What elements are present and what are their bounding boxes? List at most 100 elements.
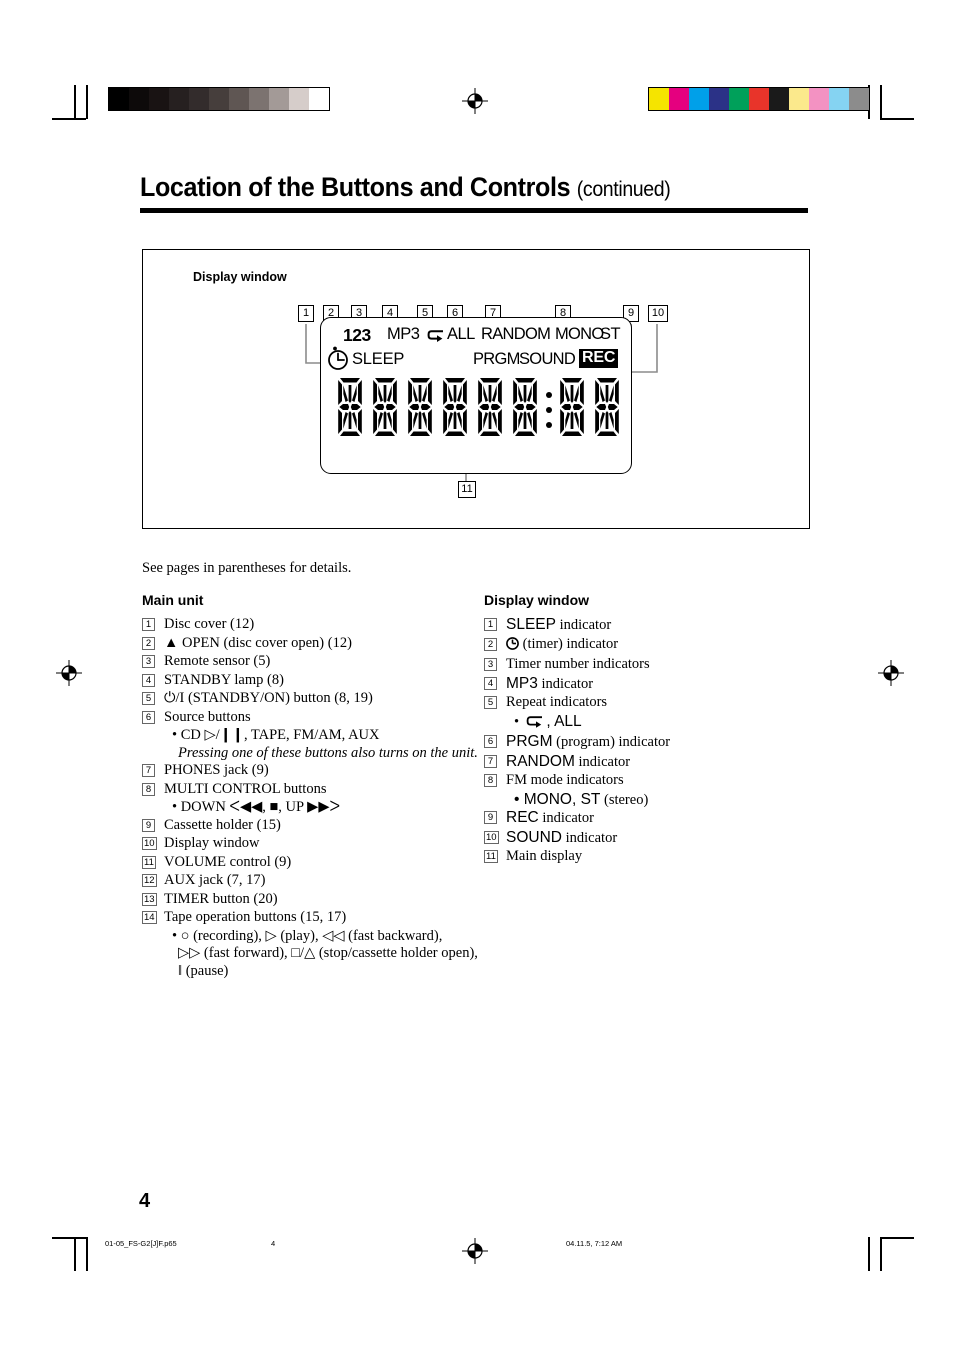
timer-number-indicators: 123 bbox=[343, 325, 371, 345]
list-item: 1 SLEEP indicator bbox=[484, 616, 834, 635]
list-item: 2 (timer) indicator bbox=[484, 636, 834, 656]
list-item: 11 VOLUME control (9) bbox=[142, 854, 492, 872]
item-label: Remote sensor (5) bbox=[164, 653, 271, 669]
item-label: (timer) indicator bbox=[522, 635, 619, 652]
grayscale-swatch-9 bbox=[289, 88, 309, 110]
mono-indicator: MONO bbox=[555, 325, 604, 343]
item-label: FM mode indicators bbox=[506, 772, 624, 788]
crop-mark-tr-v bbox=[880, 85, 882, 119]
grayscale-swatch-4 bbox=[189, 88, 209, 110]
color-swatch-3 bbox=[709, 88, 729, 110]
main-display-char-1 bbox=[335, 376, 365, 440]
prgm-indicator: PRGM bbox=[473, 350, 520, 368]
footer-timestamp: 04.11.5, 7:12 AM bbox=[566, 1239, 623, 1248]
fm-mode-detail: • MONO, ST (stereo) bbox=[484, 791, 834, 810]
tape-ops-detail-1: • ○ (recording), ▷ (play), ◁◁ (fast back… bbox=[172, 927, 443, 944]
item-number: 4 bbox=[484, 676, 497, 690]
registration-mark-top bbox=[462, 88, 488, 114]
page-title-continued: (continued) bbox=[576, 178, 671, 201]
item-number: 2 bbox=[484, 637, 497, 651]
display-window-heading: Display window bbox=[484, 592, 590, 608]
main-display bbox=[335, 376, 627, 440]
crop-mark-tl-h bbox=[52, 118, 86, 120]
item-number: 9 bbox=[484, 811, 497, 824]
random-indicator: RANDOM bbox=[481, 325, 551, 343]
item-label-keyword: MP3 bbox=[506, 674, 538, 692]
repeat-all-indicator: ALL bbox=[447, 325, 475, 343]
crop-mark-tl-v bbox=[74, 85, 76, 119]
item-label-rest: indicator bbox=[538, 810, 594, 826]
item-number: 11 bbox=[484, 850, 498, 863]
main-display-char-5 bbox=[475, 376, 505, 440]
item-number: 6 bbox=[142, 710, 155, 724]
list-item: 5 ⏻/I (STANDBY/ON) button (8, 19) bbox=[142, 690, 492, 708]
repeat-arrow-icon bbox=[526, 714, 546, 734]
color-swatch-8 bbox=[809, 88, 829, 110]
repeat-all-label: , ALL bbox=[546, 712, 582, 730]
list-item: 14 Tape operation buttons (15, 17) bbox=[142, 909, 492, 927]
item-number: 8 bbox=[484, 774, 497, 787]
main-display-char-4 bbox=[440, 376, 470, 440]
timer-icon bbox=[506, 636, 519, 656]
item-number: 7 bbox=[142, 764, 155, 777]
item-number: 3 bbox=[484, 658, 497, 671]
item-label: TIMER button (20) bbox=[164, 890, 278, 907]
item-label: ⏻/I (STANDBY/ON) button (8, 19) bbox=[164, 690, 373, 706]
item-label: VOLUME control (9) bbox=[164, 853, 292, 870]
crop-mark-bl-v bbox=[74, 1237, 76, 1271]
grayscale-swatch-0 bbox=[109, 88, 129, 110]
bullet: • bbox=[514, 713, 523, 730]
registration-mark-left bbox=[56, 660, 82, 686]
item-number: 12 bbox=[142, 874, 157, 887]
main-unit-list: 1 Disc cover (12) 2 ▲ OPEN (disc cover o… bbox=[142, 616, 492, 980]
crop-mark-bl-v2 bbox=[86, 1237, 88, 1271]
grayscale-calibration-bar bbox=[108, 87, 330, 111]
source-buttons-detail: • CD ▷/❙❙, TAPE, FM/AM, AUX bbox=[172, 727, 380, 743]
item-label-keyword: SOUND bbox=[506, 828, 562, 846]
item-number: 1 bbox=[484, 618, 497, 631]
item-label: Tape operation buttons (15, 17) bbox=[164, 909, 347, 925]
list-item: 4 STANDBY lamp (8) bbox=[142, 672, 492, 690]
item-number: 8 bbox=[142, 782, 155, 796]
main-display-char-3 bbox=[405, 376, 435, 440]
list-item: 6 Source buttons bbox=[142, 709, 492, 727]
timer-clock-icon bbox=[326, 346, 351, 371]
item-label: MULTI CONTROL buttons bbox=[164, 780, 327, 797]
list-item: 9 Cassette holder (15) bbox=[142, 817, 492, 835]
crop-mark-br-v2 bbox=[868, 1237, 870, 1271]
color-swatch-2 bbox=[689, 88, 709, 110]
display-window-figure: Display window 1 2 3 4 5 6 7 8 9 10 11 1… bbox=[142, 249, 810, 529]
item-number: 13 bbox=[142, 892, 157, 906]
item-number: 4 bbox=[142, 673, 155, 687]
color-swatch-0 bbox=[649, 88, 669, 110]
list-item: 7 PHONES jack (9) bbox=[142, 762, 492, 780]
list-item: 10 Display window bbox=[142, 835, 492, 853]
crop-mark-tr-h bbox=[880, 118, 914, 120]
grayscale-swatch-10 bbox=[309, 88, 329, 110]
footer-filename: 01-05_FS-G2[J]F.p65 bbox=[105, 1239, 177, 1248]
color-swatch-10 bbox=[849, 88, 869, 110]
sleep-indicator: SLEEP bbox=[352, 350, 405, 368]
color-swatch-7 bbox=[789, 88, 809, 110]
item-number: 14 bbox=[142, 911, 157, 924]
registration-mark-bottom bbox=[462, 1238, 488, 1264]
fm-mode-rest: (stereo) bbox=[600, 791, 649, 808]
item-label: ▲ OPEN (disc cover open) (12) bbox=[164, 634, 352, 651]
item-label-keyword: RANDOM bbox=[506, 752, 575, 770]
item-label-rest: indicator bbox=[561, 829, 618, 846]
item-number: 11 bbox=[142, 855, 156, 869]
page-title-text: Location of the Buttons and Controls bbox=[140, 172, 571, 202]
tape-ops-detail-3: ‖ (pause) bbox=[178, 962, 229, 979]
crop-mark-bl-h bbox=[52, 1237, 86, 1239]
sound-indicator: SOUND bbox=[519, 350, 576, 368]
grayscale-swatch-1 bbox=[129, 88, 149, 110]
main-display-char-7 bbox=[557, 376, 587, 440]
repeat-arrow-icon bbox=[427, 328, 447, 342]
main-unit-heading: Main unit bbox=[142, 592, 204, 608]
color-swatch-9 bbox=[829, 88, 849, 110]
crop-mark-br-v bbox=[880, 1237, 882, 1271]
crop-mark-br-h bbox=[880, 1237, 914, 1239]
item-label-keyword: SLEEP bbox=[506, 616, 556, 633]
rec-indicator: REC bbox=[579, 349, 619, 368]
list-item: 8 FM mode indicators bbox=[484, 772, 834, 790]
